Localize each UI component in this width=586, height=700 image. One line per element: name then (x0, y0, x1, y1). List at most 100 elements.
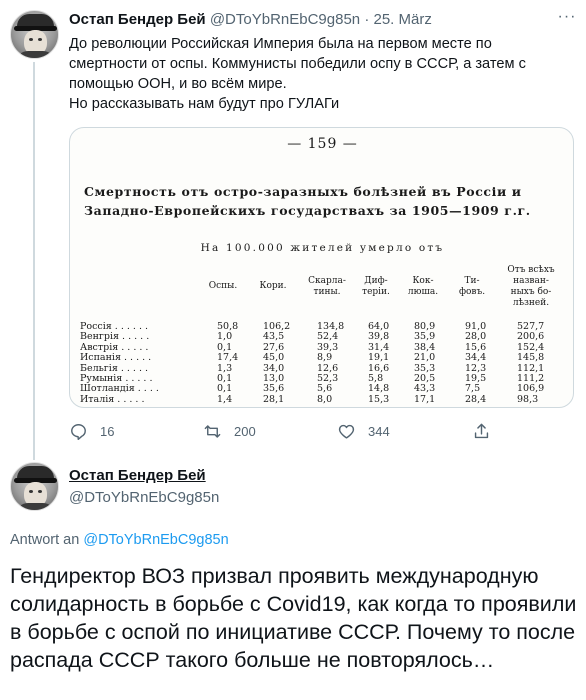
table-cell: 98,3 (517, 393, 539, 405)
table-cell: 13,0 (263, 373, 285, 384)
table-cell: 43,3 (414, 383, 436, 395)
table-cell: 80,9 (414, 321, 436, 332)
column-header: Ти- фовъ. (458, 276, 486, 297)
reply-button[interactable]: 16 (69, 420, 114, 442)
table-cell: 35,3 (414, 362, 436, 374)
table-row-country: Австрія . . . . . (80, 341, 149, 353)
table-cell: 35,6 (263, 383, 285, 395)
table-row-country: Россія . . . . . . (80, 321, 149, 332)
table-row: Италія . . . . . 1,4 28,1 8,0 15,3 17,1 28,4 98… (80, 394, 570, 405)
table-cell: 0,1 (217, 383, 233, 395)
table-cell: 1,3 (217, 362, 233, 374)
avatar[interactable] (10, 10, 59, 59)
tweet-original[interactable]: Остап Бендер Бей @DToYbRnEbC9g85n · 25. … (0, 0, 586, 455)
column-header: Кок- люша. (407, 276, 439, 297)
table-row: Венгрія . . . . . 1,0 43,5 52,4 39,8 35,9 28,0… (80, 331, 570, 342)
tweet-text: Гендиректор ВОЗ призвал проявить междуна… (10, 564, 577, 672)
share-button[interactable] (472, 420, 491, 442)
reply-icon (71, 423, 86, 440)
reply-to-handle-link[interactable]: @DToYbRnEbC9g85n (83, 532, 228, 548)
document-heading: Смертность отъ остро-заразныхъ болѣзней … (84, 184, 531, 218)
table-cell: 12,6 (317, 362, 339, 374)
author-name[interactable]: Остап Бендер Бей (69, 11, 206, 28)
more-horizontal-icon: ··· (557, 8, 577, 25)
column-header: Скарла- тины. (308, 276, 346, 297)
column-header: Кори. (259, 281, 287, 291)
table-cell: 1,0 (217, 331, 233, 343)
table-cell: 106,2 (263, 321, 291, 332)
table-cell: 20,5 (414, 373, 436, 384)
author-name[interactable]: Остап Бендер Бей (69, 466, 206, 486)
table-cell: 39,8 (368, 331, 390, 343)
column-header: Диф- теріи. (362, 276, 390, 297)
table-row: Австрія . . . . . 0,1 27,6 39,3 31,4 38,4 15,6… (80, 342, 570, 353)
table-cell: 134,8 (317, 321, 345, 332)
table-cell: 0,1 (217, 341, 233, 353)
table-cell: 91,0 (465, 321, 487, 332)
table-cell: 1,4 (217, 393, 233, 405)
tweet-date[interactable]: 25. März (374, 11, 432, 28)
table-cell: 27,6 (263, 341, 285, 353)
tweet-actions: 16 200 344 (69, 420, 574, 442)
table-row-country: Испанія . . . . . (80, 352, 152, 364)
like-count: 344 (368, 423, 390, 439)
author-handle[interactable]: @DToYbRnEbC9g85n (69, 488, 219, 508)
table-cell: 19,5 (465, 373, 487, 384)
table-cell: 64,0 (368, 321, 390, 332)
table-cell: 34,0 (263, 362, 285, 374)
table-cell: 17,1 (414, 393, 436, 405)
author-handle[interactable]: @DToYbRnEbC9g85n (210, 11, 360, 28)
reply-count: 16 (100, 423, 115, 439)
like-button[interactable]: 344 (337, 420, 390, 442)
table-cell: 34,4 (465, 352, 487, 364)
table-cell: 52,3 (317, 373, 339, 384)
table-cell: 152,4 (517, 341, 545, 353)
retweet-count: 200 (234, 423, 256, 439)
tweet-text: До революции Российская Империя была на … (69, 34, 574, 114)
column-header: Оспы. (208, 281, 238, 291)
reply-prefix: Antwort an (10, 532, 80, 548)
table-cell: 8,9 (317, 352, 333, 364)
table-row: Россія . . . . . . 50,8 106,2 134,8 64,0 80,9… (80, 321, 570, 332)
tweet-text-paragraph-2: Но рассказывать нам будут про ГУЛАГи (69, 96, 340, 112)
table-row-country: Румынія . . . . . (80, 373, 153, 384)
table-cell: 21,0 (414, 352, 436, 364)
table-row: Шотландія . . . . 0,1 35,6 5,6 14,8 43,3 7,5 10… (80, 383, 570, 394)
retweet-icon (204, 424, 221, 438)
table-cell: 19,1 (368, 352, 390, 364)
table-cell: 5,8 (368, 373, 384, 384)
table-cell: 28,0 (465, 331, 487, 343)
column-header: Отъ всѣхъ назван- ныхъ бо- лѣзней. (507, 265, 555, 308)
more-options-button[interactable]: ··· (556, 9, 578, 29)
table-cell: 8,0 (317, 393, 333, 405)
table-cell: 106,9 (517, 383, 545, 395)
table-cell: 43,5 (263, 331, 285, 343)
table-cell: 5,6 (317, 383, 333, 395)
table-cell: 35,9 (414, 331, 436, 343)
table-cell: 17,4 (217, 352, 239, 364)
table-row: Бельгія . . . . . 1,3 34,0 12,6 16,6 35,3 12,3… (80, 363, 570, 374)
table-cell: 145,8 (517, 352, 545, 364)
table-cell: 112,1 (517, 362, 545, 374)
table-cell: 0,1 (217, 373, 233, 384)
document-subheading: На 100.000 жителей умерло отъ (200, 242, 445, 254)
table-cell: 28,1 (263, 393, 285, 405)
scanned-document: — 159 — Смертность отъ остро-заразныхъ б… (70, 128, 573, 407)
table-cell: 527,7 (517, 321, 545, 332)
tweet-text-paragraph-1: До революции Российская Империя была на … (69, 36, 526, 92)
reply-context: Antwort an @DToYbRnEbC9g85n (10, 530, 229, 550)
table-cell: 31,4 (368, 341, 390, 353)
table-cell: 7,5 (465, 383, 481, 395)
table-cell: 38,4 (414, 341, 436, 353)
table-row: Румынія . . . . . 0,1 13,0 52,3 5,8 20,5 19,5 1… (80, 373, 570, 384)
table-row-country: Бельгія . . . . . (80, 362, 149, 374)
tweet-image[interactable]: — 159 — Смертность отъ остро-заразныхъ б… (69, 127, 574, 408)
table-cell: 111,2 (517, 373, 545, 384)
table-cell: 28,4 (465, 393, 487, 405)
table-cell: 14,8 (368, 383, 390, 395)
heart-icon (338, 424, 355, 439)
table-cell: 50,8 (217, 321, 239, 332)
avatar[interactable] (10, 462, 59, 511)
retweet-button[interactable]: 200 (203, 420, 256, 442)
table-cell: 12,3 (465, 362, 487, 374)
